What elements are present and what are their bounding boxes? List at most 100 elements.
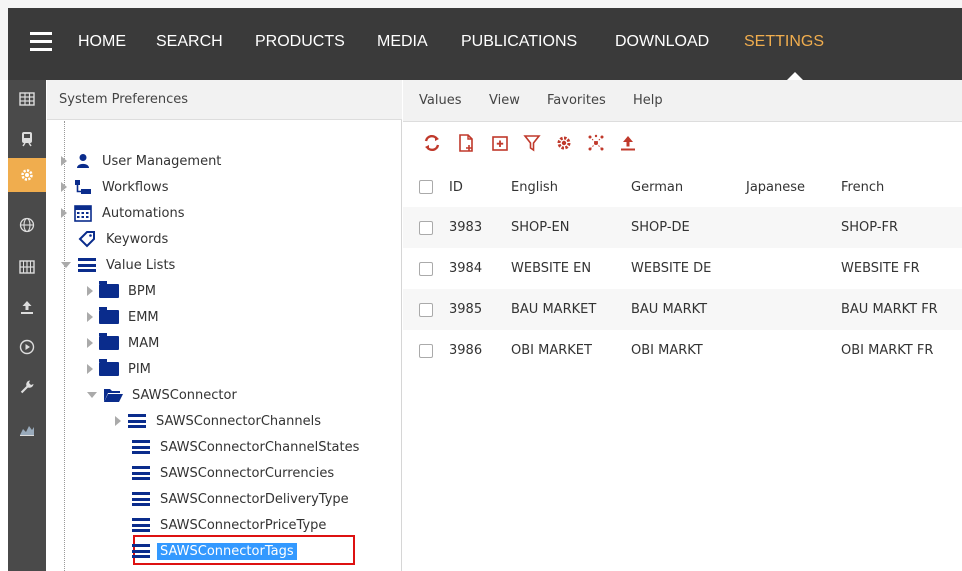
row-checkbox-cell[interactable]	[403, 207, 449, 248]
nav-settings[interactable]: SETTINGS	[744, 33, 824, 51]
column-header-id[interactable]: ID	[449, 167, 511, 207]
expand-arrow-icon[interactable]	[87, 286, 93, 296]
column-header-french[interactable]: French	[841, 167, 962, 207]
column-header-german[interactable]: German	[631, 167, 746, 207]
tree-item-label[interactable]: PIM	[125, 361, 154, 378]
menu-help[interactable]: Help	[633, 93, 663, 108]
tree-item-bpm[interactable]: BPM	[87, 279, 159, 303]
tree-item-workflows[interactable]: Workflows	[61, 175, 171, 199]
tree-item-label[interactable]: SAWSConnectorPriceType	[157, 517, 329, 534]
cell-english: BAU MARKET	[511, 289, 631, 330]
menu-favorites[interactable]: Favorites	[547, 93, 606, 108]
tree-item-emm[interactable]: EMM	[87, 305, 162, 329]
filter-icon[interactable]	[523, 134, 541, 152]
nav-download[interactable]: DOWNLOAD	[615, 33, 709, 51]
tree-item-sawsconnectorchannelstates[interactable]: SAWSConnectorChannelStates	[115, 435, 362, 459]
expand-arrow-icon[interactable]	[115, 416, 121, 426]
chart-icon[interactable]	[8, 412, 46, 446]
tree-item-label[interactable]: MAM	[125, 335, 162, 352]
workflow-icon	[73, 178, 93, 196]
cell-id: 3986	[449, 330, 511, 371]
row-checkbox[interactable]	[419, 261, 433, 276]
tree-view: User Management Workflows Automations Ke…	[61, 121, 416, 571]
expand-arrow-icon[interactable]	[87, 364, 93, 374]
tree-item-sawsconnectorchannels[interactable]: SAWSConnectorChannels	[115, 409, 324, 433]
column-header-japanese[interactable]: Japanese	[746, 167, 841, 207]
tree-item-label[interactable]: SAWSConnectorChannels	[153, 413, 324, 430]
tree-item-mam[interactable]: MAM	[87, 331, 162, 355]
menu-view[interactable]: View	[489, 93, 520, 108]
tree-item-label[interactable]: User Management	[99, 153, 224, 170]
wrench-icon[interactable]	[8, 370, 46, 404]
tree-item-label[interactable]: BPM	[125, 283, 159, 300]
tree-item-sawsconnectorpricetype[interactable]: SAWSConnectorPriceType	[115, 513, 329, 537]
settings-icon[interactable]	[555, 134, 573, 152]
tree-item-keywords[interactable]: Keywords	[61, 227, 171, 251]
row-checkbox[interactable]	[419, 302, 433, 317]
refresh-icon[interactable]	[423, 134, 441, 152]
row-checkbox[interactable]	[419, 343, 433, 358]
tree-item-automations[interactable]: Automations	[61, 201, 188, 225]
select-all-checkbox-cell[interactable]	[403, 167, 449, 207]
list-icon	[131, 490, 151, 508]
cell-id: 3985	[449, 289, 511, 330]
tree-item-user-management[interactable]: User Management	[61, 149, 224, 173]
new-document-icon[interactable]	[457, 134, 475, 152]
expand-arrow-icon[interactable]	[87, 338, 93, 348]
row-checkbox[interactable]	[419, 220, 433, 235]
tree-item-label[interactable]: Automations	[99, 205, 188, 222]
row-checkbox-cell[interactable]	[403, 289, 449, 330]
table-header-row: ID English German Japanese French	[403, 167, 962, 207]
table-row[interactable]: 3983 SHOP-EN SHOP-DE SHOP-FR	[403, 207, 962, 248]
export-icon[interactable]	[619, 134, 637, 152]
tree-item-label[interactable]: EMM	[125, 309, 162, 326]
row-checkbox-cell[interactable]	[403, 330, 449, 371]
expand-arrow-icon[interactable]	[61, 182, 67, 192]
cell-english: OBI MARKET	[511, 330, 631, 371]
add-folder-icon[interactable]	[491, 134, 509, 152]
menu-values[interactable]: Values	[419, 93, 461, 108]
grid-icon[interactable]	[8, 250, 46, 284]
tree-item-sawsconnector[interactable]: SAWSConnector	[87, 383, 240, 407]
tree-item-label[interactable]: SAWSConnectorChannelStates	[157, 439, 362, 456]
cell-german: WEBSITE DE	[631, 248, 746, 289]
table-row[interactable]: 3985 BAU MARKET BAU MARKT BAU MARKT FR	[403, 289, 962, 330]
tree-item-label-selected[interactable]: SAWSConnectorTags	[157, 542, 297, 560]
play-icon[interactable]	[8, 330, 46, 364]
tree-item-value-lists[interactable]: Value Lists	[61, 253, 178, 277]
tree-item-label[interactable]: Value Lists	[103, 257, 178, 274]
tree-item-sawsconnectordeliverytype[interactable]: SAWSConnectorDeliveryType	[115, 487, 352, 511]
expand-arrow-icon[interactable]	[61, 208, 67, 218]
train-icon[interactable]	[8, 122, 46, 156]
hamburger-menu-icon[interactable]	[30, 32, 54, 52]
expand-arrow-icon[interactable]	[61, 156, 67, 166]
network-icon[interactable]	[587, 134, 605, 152]
nav-search[interactable]: SEARCH	[156, 33, 223, 51]
nav-home[interactable]: HOME	[78, 33, 126, 51]
select-all-checkbox[interactable]	[419, 180, 433, 194]
nav-products[interactable]: PRODUCTS	[255, 33, 345, 51]
row-checkbox-cell[interactable]	[403, 248, 449, 289]
globe-icon[interactable]	[8, 208, 46, 242]
collapse-arrow-icon[interactable]	[87, 392, 97, 398]
tree-item-label[interactable]: SAWSConnector	[129, 387, 240, 404]
gear-icon[interactable]	[8, 158, 46, 192]
tree-item-pim[interactable]: PIM	[87, 357, 154, 381]
nav-publications[interactable]: PUBLICATIONS	[461, 33, 577, 51]
column-header-english[interactable]: English	[511, 167, 631, 207]
expand-arrow-icon[interactable]	[87, 312, 93, 322]
list-icon	[127, 412, 147, 430]
tree-item-label[interactable]: Workflows	[99, 179, 171, 196]
table-icon[interactable]	[8, 82, 46, 116]
tree-item-label[interactable]: Keywords	[103, 231, 171, 248]
tree-item-label[interactable]: SAWSConnectorDeliveryType	[157, 491, 352, 508]
collapse-arrow-icon[interactable]	[61, 262, 71, 268]
table-row[interactable]: 3986 OBI MARKET OBI MARKT OBI MARKT FR	[403, 330, 962, 371]
upload-icon[interactable]	[8, 290, 46, 324]
tree-item-label[interactable]: SAWSConnectorCurrencies	[157, 465, 337, 482]
tree-item-sawsconnectortags[interactable]: SAWSConnectorTags	[115, 539, 297, 563]
tree-item-sawsconnectorcurrencies[interactable]: SAWSConnectorCurrencies	[115, 461, 337, 485]
table-row[interactable]: 3984 WEBSITE EN WEBSITE DE WEBSITE FR	[403, 248, 962, 289]
nav-media[interactable]: MEDIA	[377, 33, 428, 51]
cell-japanese	[746, 289, 841, 330]
